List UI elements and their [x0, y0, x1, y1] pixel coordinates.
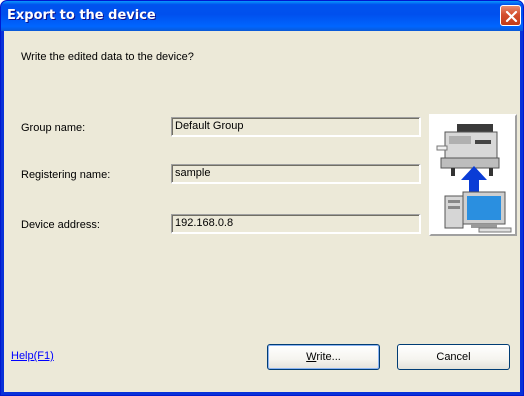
- close-icon: [505, 10, 518, 23]
- device-address-field: 192.168.0.8: [171, 214, 421, 234]
- close-button[interactable]: [500, 5, 521, 26]
- window-bottom-border: [1, 392, 523, 395]
- registering-name-label: Registering name:: [21, 169, 111, 181]
- printer-upload-from-pc-icon: [429, 114, 517, 236]
- group-name-field: Default Group: [171, 117, 421, 137]
- window-title: Export to the device: [7, 8, 156, 23]
- write-button-label: rite...: [316, 351, 341, 363]
- prompt-text: Write the edited data to the device?: [21, 51, 194, 63]
- device-address-label: Device address:: [21, 219, 100, 231]
- title-bar[interactable]: Export to the device: [1, 1, 523, 31]
- registering-name-field: sample: [171, 164, 421, 184]
- export-dialog-window: Export to the device Write the edited da…: [0, 0, 524, 396]
- group-name-label: Group name:: [21, 122, 86, 134]
- dialog-body: Write the edited data to the device? Gro…: [4, 31, 520, 394]
- cancel-button[interactable]: Cancel: [397, 344, 510, 370]
- write-button-mnemonic: W: [306, 351, 317, 363]
- write-button[interactable]: Write...: [267, 344, 380, 370]
- help-link[interactable]: Help(F1): [11, 350, 54, 362]
